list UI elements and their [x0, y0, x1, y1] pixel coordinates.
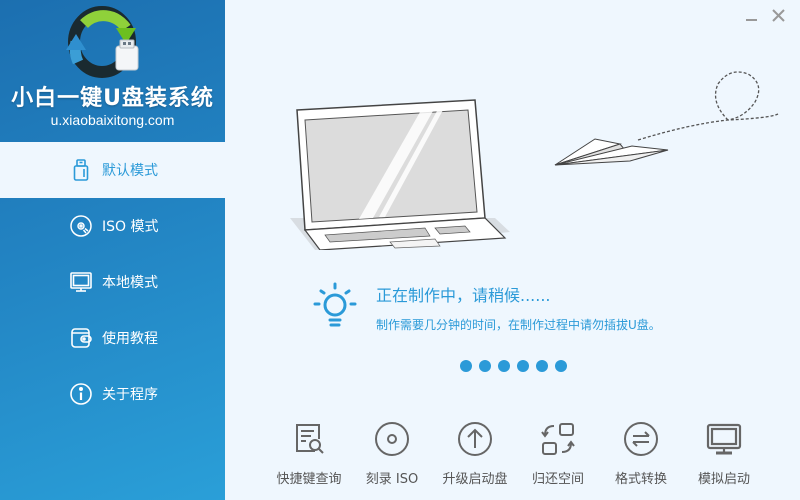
sidebar-item-label: ISO 模式 — [102, 219, 159, 235]
tool-simulate-boot[interactable]: 模拟启动 — [683, 420, 765, 487]
sidebar-item-about[interactable]: 关于程序 — [0, 366, 225, 422]
status-panel: 正在制作中，请稍候...... 制作需要几分钟的时间，在制作过程中请勿插拔U盘。 — [312, 282, 732, 342]
sidebar-nav: 默认模式 ISO 模式 本地模式 使用教程 关于程序 — [0, 142, 225, 422]
tool-label: 刻录 ISO — [365, 472, 419, 487]
progress-dot — [536, 360, 548, 372]
sidebar-item-label: 使用教程 — [102, 331, 158, 347]
paper-plane-illustration — [554, 71, 779, 166]
sidebar-item-label: 本地模式 — [102, 275, 158, 291]
progress-dots — [460, 360, 567, 372]
progress-dot — [517, 360, 529, 372]
wallet-icon — [68, 325, 94, 351]
progress-dot — [460, 360, 472, 372]
tool-label: 快捷键查询 — [276, 472, 342, 487]
app-logo-icon — [66, 6, 139, 78]
monitor-icon — [705, 420, 743, 458]
progress-dot — [555, 360, 567, 372]
arrow-up-circle-icon — [456, 420, 494, 458]
tool-shortcut-query[interactable]: 快捷键查询 — [268, 420, 350, 487]
tool-label: 模拟启动 — [697, 472, 750, 487]
app-url: u.xiaobaixitong.com — [50, 112, 175, 128]
sidebar-item-tutorial[interactable]: 使用教程 — [0, 310, 225, 366]
tool-restore-space[interactable]: 归还空间 — [517, 420, 599, 487]
bottom-toolbar: 快捷键查询 刻录 ISO 升级启动盘 归还空间 格式转换 模拟启动 — [268, 420, 800, 487]
tool-label: 格式转换 — [614, 472, 667, 487]
swap-squares-icon — [539, 420, 577, 458]
app-title: 小白一键U盘装系统 — [11, 86, 214, 111]
close-icon[interactable] — [771, 8, 787, 24]
status-title: 正在制作中，请稍候...... — [376, 286, 551, 305]
lightbulb-icon — [313, 282, 357, 327]
sidebar-item-iso-mode[interactable]: ISO 模式 — [0, 198, 225, 254]
disc-icon — [68, 213, 94, 239]
usb-drive-icon — [68, 157, 94, 183]
sidebar: 小白一键U盘装系统 u.xiaobaixitong.com 默认模式 ISO 模… — [0, 0, 225, 500]
status-description: 制作需要几分钟的时间，在制作过程中请勿插拔U盘。 — [376, 318, 661, 332]
tool-format-convert[interactable]: 格式转换 — [600, 420, 682, 487]
laptop-illustration — [290, 99, 510, 250]
info-icon — [68, 381, 94, 407]
document-search-icon — [290, 420, 328, 458]
sidebar-item-label: 默认模式 — [102, 163, 158, 179]
sidebar-item-default-mode[interactable]: 默认模式 — [0, 142, 225, 198]
tool-label: 升级启动盘 — [442, 472, 508, 487]
brand-header: 小白一键U盘装系统 u.xiaobaixitong.com — [0, 0, 225, 142]
tool-label: 归还空间 — [531, 472, 584, 487]
sidebar-item-label: 关于程序 — [102, 387, 158, 403]
disc-icon — [373, 420, 411, 458]
minimize-icon[interactable] — [744, 8, 760, 24]
convert-arrows-icon — [622, 420, 660, 458]
monitor-icon — [68, 269, 94, 295]
sidebar-item-local-mode[interactable]: 本地模式 — [0, 254, 225, 310]
progress-dot — [498, 360, 510, 372]
progress-dot — [479, 360, 491, 372]
tool-burn-iso[interactable]: 刻录 ISO — [351, 420, 433, 487]
tool-upgrade-boot-disk[interactable]: 升级启动盘 — [434, 420, 516, 487]
